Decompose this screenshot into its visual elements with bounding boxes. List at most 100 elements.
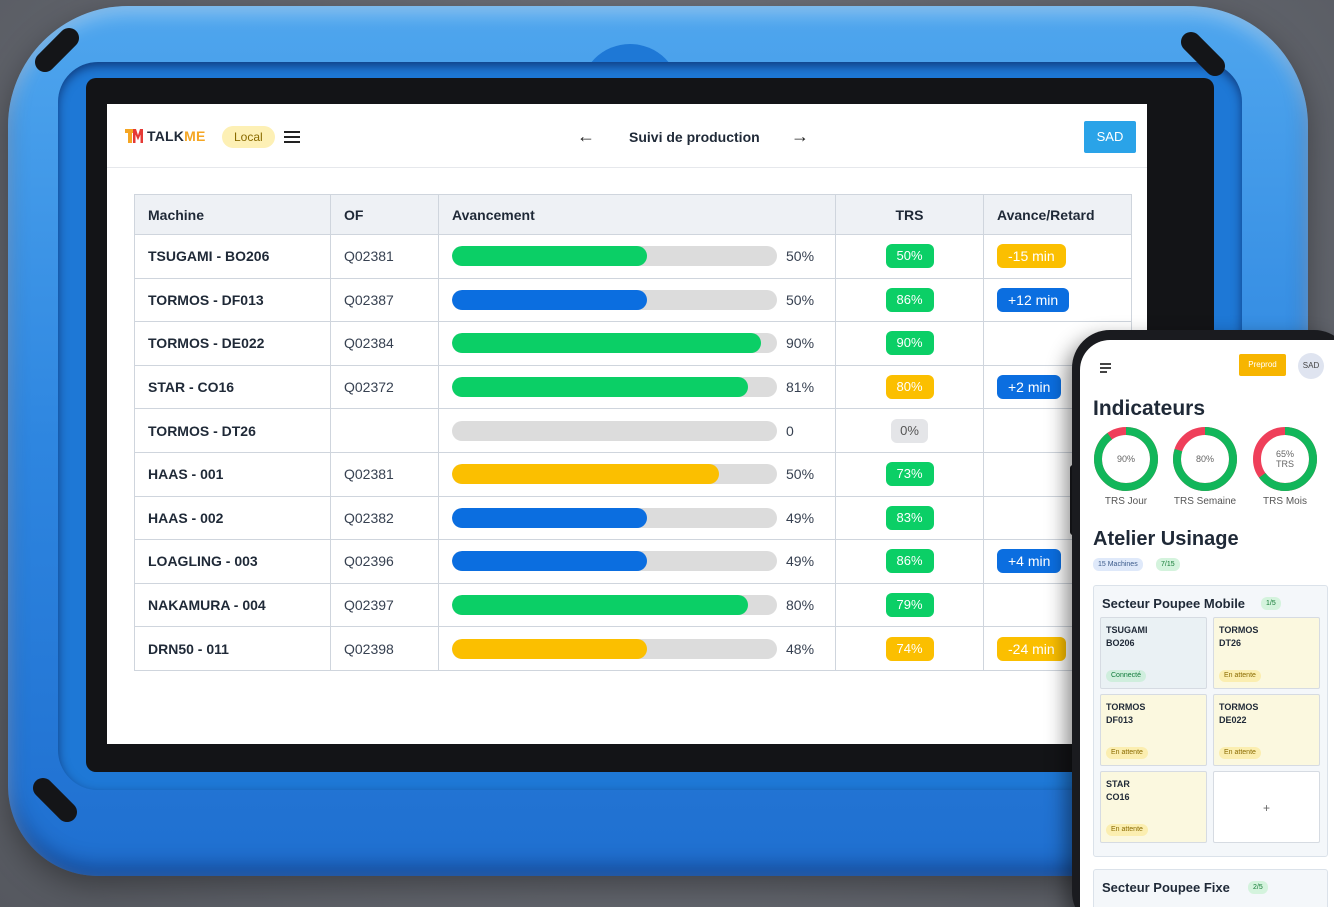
- page-title: Suivi de production: [629, 129, 760, 145]
- env-badge: Local: [222, 126, 275, 148]
- table-row[interactable]: TORMOS - DE022 Q02384 90% 90%: [134, 321, 1132, 366]
- table-row[interactable]: STAR - CO16 Q02372 81% 80% +2 min: [134, 364, 1132, 410]
- logo-text-talk: TALK: [147, 128, 185, 144]
- trs-cell: 80%: [835, 364, 984, 410]
- progress-bar-fill: [452, 377, 748, 398]
- gauge-value-unit: TRS: [1275, 459, 1294, 469]
- trs-cell: 83%: [835, 495, 984, 541]
- logo-text: TALKME: [147, 128, 206, 144]
- machine-card-name: TORMOS: [1219, 625, 1259, 635]
- progress-percent: 48%: [786, 640, 815, 657]
- trs-badge: 86%: [885, 287, 934, 312]
- status-badge: Connecté: [1106, 670, 1146, 682]
- app-header: TALKME Local ← Suivi de production → SAD: [107, 104, 1147, 168]
- of-cell: Q02398: [330, 626, 439, 671]
- phone-screen: Preprod SAD Indicateurs 90% TRS Jour 80%…: [1080, 340, 1334, 907]
- col-header-machine[interactable]: Machine: [134, 194, 331, 235]
- gauge-label: TRS Semaine: [1173, 496, 1237, 507]
- sector-count-badge: 1/5: [1261, 597, 1281, 610]
- status-badge: En attente: [1219, 747, 1261, 759]
- col-header-trs[interactable]: TRS: [835, 194, 984, 235]
- of-cell: Q02381: [330, 234, 439, 279]
- trs-badge: 74%: [885, 636, 934, 661]
- talkme-logo-icon: [125, 129, 143, 143]
- col-header-of[interactable]: OF: [330, 194, 439, 235]
- table-row[interactable]: HAAS - 001 Q02381 50% 73%: [134, 451, 1132, 497]
- table-row[interactable]: NAKAMURA - 004 Q02397 80% 79%: [134, 582, 1132, 628]
- gauge-trs-semaine[interactable]: 80%: [1172, 426, 1238, 492]
- progress-percent: 49%: [786, 553, 815, 570]
- trs-cell: 86%: [835, 277, 984, 323]
- progress-cell: 49%: [438, 495, 836, 541]
- app-logo[interactable]: TALKME: [125, 128, 206, 144]
- tablet-screen: TALKME Local ← Suivi de production → SAD…: [107, 104, 1147, 744]
- trs-badge: 79%: [885, 593, 934, 618]
- trs-badge: 83%: [885, 505, 934, 530]
- table-header-row: Machine OF Avancement TRS Avance/Retard: [134, 194, 1132, 235]
- delta-badge: +12 min: [997, 287, 1070, 312]
- sector-poupee-mobile: Secteur Poupee Mobile 1/5 TSUGAMI BO206 …: [1093, 585, 1328, 857]
- machines-count-badge: 15 Machines: [1093, 558, 1143, 571]
- avatar[interactable]: SAD: [1298, 353, 1324, 379]
- progress-bar: [452, 551, 777, 572]
- delta-badge: +4 min: [997, 549, 1062, 574]
- of-cell: Q02382: [330, 495, 439, 541]
- sector-count-badge: 2/5: [1248, 881, 1268, 894]
- machine-name-cell: HAAS - 002: [134, 495, 331, 541]
- table-row[interactable]: LOAGLING - 003 Q02396 49% 86% +4 min: [134, 539, 1132, 584]
- machine-name-cell: STAR - CO16: [134, 364, 331, 410]
- table-row[interactable]: HAAS - 002 Q02382 49% 83%: [134, 495, 1132, 541]
- machine-name-cell: DRN50 - 011: [134, 626, 331, 671]
- machine-card-name: TORMOS: [1219, 702, 1259, 712]
- table-row[interactable]: TORMOS - DF013 Q02387 50% 86% +12 min: [134, 277, 1132, 323]
- progress-percent: 50%: [786, 466, 815, 483]
- progress-bar-fill: [452, 289, 647, 310]
- arrow-left-icon[interactable]: ←: [577, 126, 595, 147]
- machine-card-name: TSUGAMI: [1106, 625, 1148, 635]
- arrow-right-icon[interactable]: →: [791, 126, 809, 147]
- gauge-trs-jour[interactable]: 90%: [1093, 426, 1159, 492]
- progress-bar: [452, 377, 777, 398]
- add-machine-button[interactable]: +: [1213, 771, 1320, 843]
- hamburger-menu-icon[interactable]: [284, 131, 300, 143]
- of-cell: Q02372: [330, 364, 439, 410]
- sector-title: Secteur Poupee Mobile: [1102, 596, 1246, 611]
- of-cell: Q02384: [330, 321, 439, 366]
- progress-bar-fill: [452, 246, 647, 267]
- machine-card[interactable]: TORMOS DE022 En attente: [1213, 694, 1320, 766]
- machine-name-cell: TORMOS - DE022: [134, 321, 331, 366]
- col-header-progress[interactable]: Avancement: [438, 194, 836, 235]
- progress-cell: 50%: [438, 277, 836, 323]
- table-row[interactable]: TSUGAMI - BO206 Q02381 50% 50% -15 min: [134, 234, 1132, 279]
- machine-card-id: DE022: [1219, 715, 1247, 725]
- gauge-trs-mois[interactable]: 65% TRS: [1252, 426, 1318, 492]
- progress-cell: 49%: [438, 539, 836, 584]
- of-cell: Q02381: [330, 451, 439, 497]
- hamburger-menu-icon[interactable]: [1100, 363, 1111, 375]
- machine-card[interactable]: STAR CO16 En attente: [1100, 771, 1207, 843]
- progress-bar-fill: [452, 595, 748, 616]
- trs-badge: 80%: [885, 375, 934, 400]
- gauge-label: TRS Mois: [1263, 496, 1307, 507]
- trs-badge: 0%: [891, 418, 928, 443]
- machine-card[interactable]: TORMOS DT26 En attente: [1213, 617, 1320, 689]
- machine-card[interactable]: TORMOS DF013 En attente: [1100, 694, 1207, 766]
- status-badge: En attente: [1219, 670, 1261, 682]
- progress-bar-fill: [452, 638, 647, 659]
- progress-cell: 0: [438, 408, 836, 453]
- progress-bar-fill: [452, 507, 647, 528]
- of-cell: Q02387: [330, 277, 439, 323]
- user-button[interactable]: SAD: [1084, 121, 1136, 153]
- delta-badge: -24 min: [997, 636, 1066, 661]
- machine-card-id: DT26: [1219, 638, 1242, 648]
- progress-cell: 50%: [438, 451, 836, 497]
- table-row[interactable]: TORMOS - DT26 0 0%: [134, 408, 1132, 453]
- progress-percent: 50%: [786, 291, 815, 308]
- machine-card[interactable]: TSUGAMI BO206 Connecté: [1100, 617, 1207, 689]
- col-header-delta[interactable]: Avance/Retard: [983, 194, 1132, 235]
- table-row[interactable]: DRN50 - 011 Q02398 48% 74% -24 min: [134, 626, 1132, 671]
- progress-bar: [452, 595, 777, 616]
- trs-badge: 86%: [885, 549, 934, 574]
- env-button[interactable]: Preprod: [1239, 354, 1286, 376]
- progress-bar-fill: [452, 464, 719, 485]
